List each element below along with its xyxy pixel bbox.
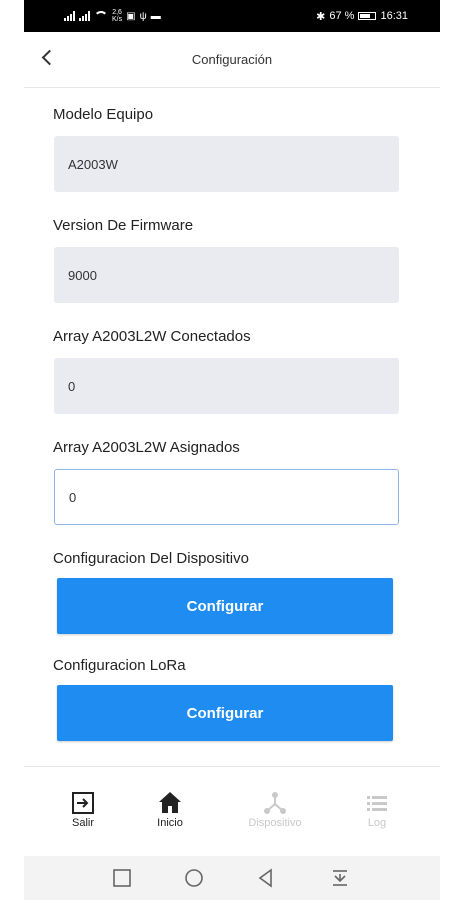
page-title: Configuración xyxy=(191,52,273,67)
list-icon xyxy=(342,787,412,815)
device-config-label: Configuracion Del Dispositivo xyxy=(53,550,249,567)
back-triangle-icon[interactable] xyxy=(256,868,276,888)
nav-label-dispositivo: Dispositivo xyxy=(248,817,302,829)
firmware-label: Version De Firmware xyxy=(53,217,194,234)
model-field: A2003W xyxy=(54,136,399,192)
network-speed-unit: K/s xyxy=(112,16,123,23)
firmware-field: 9000 xyxy=(54,247,399,303)
recents-icon[interactable] xyxy=(112,868,132,888)
nav-item-log[interactable]: Log xyxy=(342,787,412,829)
notification-pull-icon[interactable] xyxy=(330,868,350,888)
nav-label-salir: Salir xyxy=(71,817,94,829)
message-icon: ▬ xyxy=(150,10,161,22)
lora-config-button[interactable]: Configurar xyxy=(57,685,393,741)
app-bar: Configuración xyxy=(24,32,440,88)
network-speed: 2,6 K/s xyxy=(112,9,122,23)
battery-percent: 67 % xyxy=(329,10,355,22)
clock: 16:31 xyxy=(380,10,408,22)
connected-array-label: Array A2003L2W Conectados xyxy=(53,328,251,345)
connected-array-field: 0 xyxy=(54,358,399,414)
assigned-array-label: Array A2003L2W Asignados xyxy=(53,439,240,456)
battery-icon xyxy=(358,12,377,20)
nfc-icon: ▣ xyxy=(126,10,136,22)
lora-config-label: Configuracion LoRa xyxy=(53,657,186,674)
signal-icon-2 xyxy=(79,11,90,21)
home-circle-icon[interactable] xyxy=(184,868,204,888)
nav-item-salir[interactable]: Salir xyxy=(48,787,118,829)
assigned-array-input[interactable]: 0 xyxy=(54,469,399,525)
bluetooth-icon: ✱ xyxy=(316,10,326,23)
signal-icon xyxy=(64,11,75,21)
nav-label-inicio: Inicio xyxy=(157,817,183,829)
device-network-icon xyxy=(240,787,310,815)
nav-item-inicio[interactable]: Inicio xyxy=(135,787,205,829)
system-nav-bar xyxy=(24,856,440,900)
nav-item-dispositivo[interactable]: Dispositivo xyxy=(240,787,310,829)
status-left: 2,6 K/s ▣ ψ ▬ xyxy=(64,9,161,23)
wifi-icon xyxy=(94,11,108,21)
status-bar: 2,6 K/s ▣ ψ ▬ ✱ 67 % 16:31 xyxy=(24,0,440,32)
model-label: Modelo Equipo xyxy=(53,106,154,123)
status-right: ✱ 67 % 16:31 xyxy=(316,10,408,23)
device-config-button[interactable]: Configurar xyxy=(57,578,393,634)
logout-icon xyxy=(48,787,118,815)
usb-icon: ψ xyxy=(139,10,147,22)
bottom-nav: Salir Inicio Dispositivo Log xyxy=(24,766,440,856)
home-icon xyxy=(135,787,205,815)
network-speed-value: 2,6 xyxy=(112,9,122,16)
nav-label-log: Log xyxy=(367,817,387,829)
